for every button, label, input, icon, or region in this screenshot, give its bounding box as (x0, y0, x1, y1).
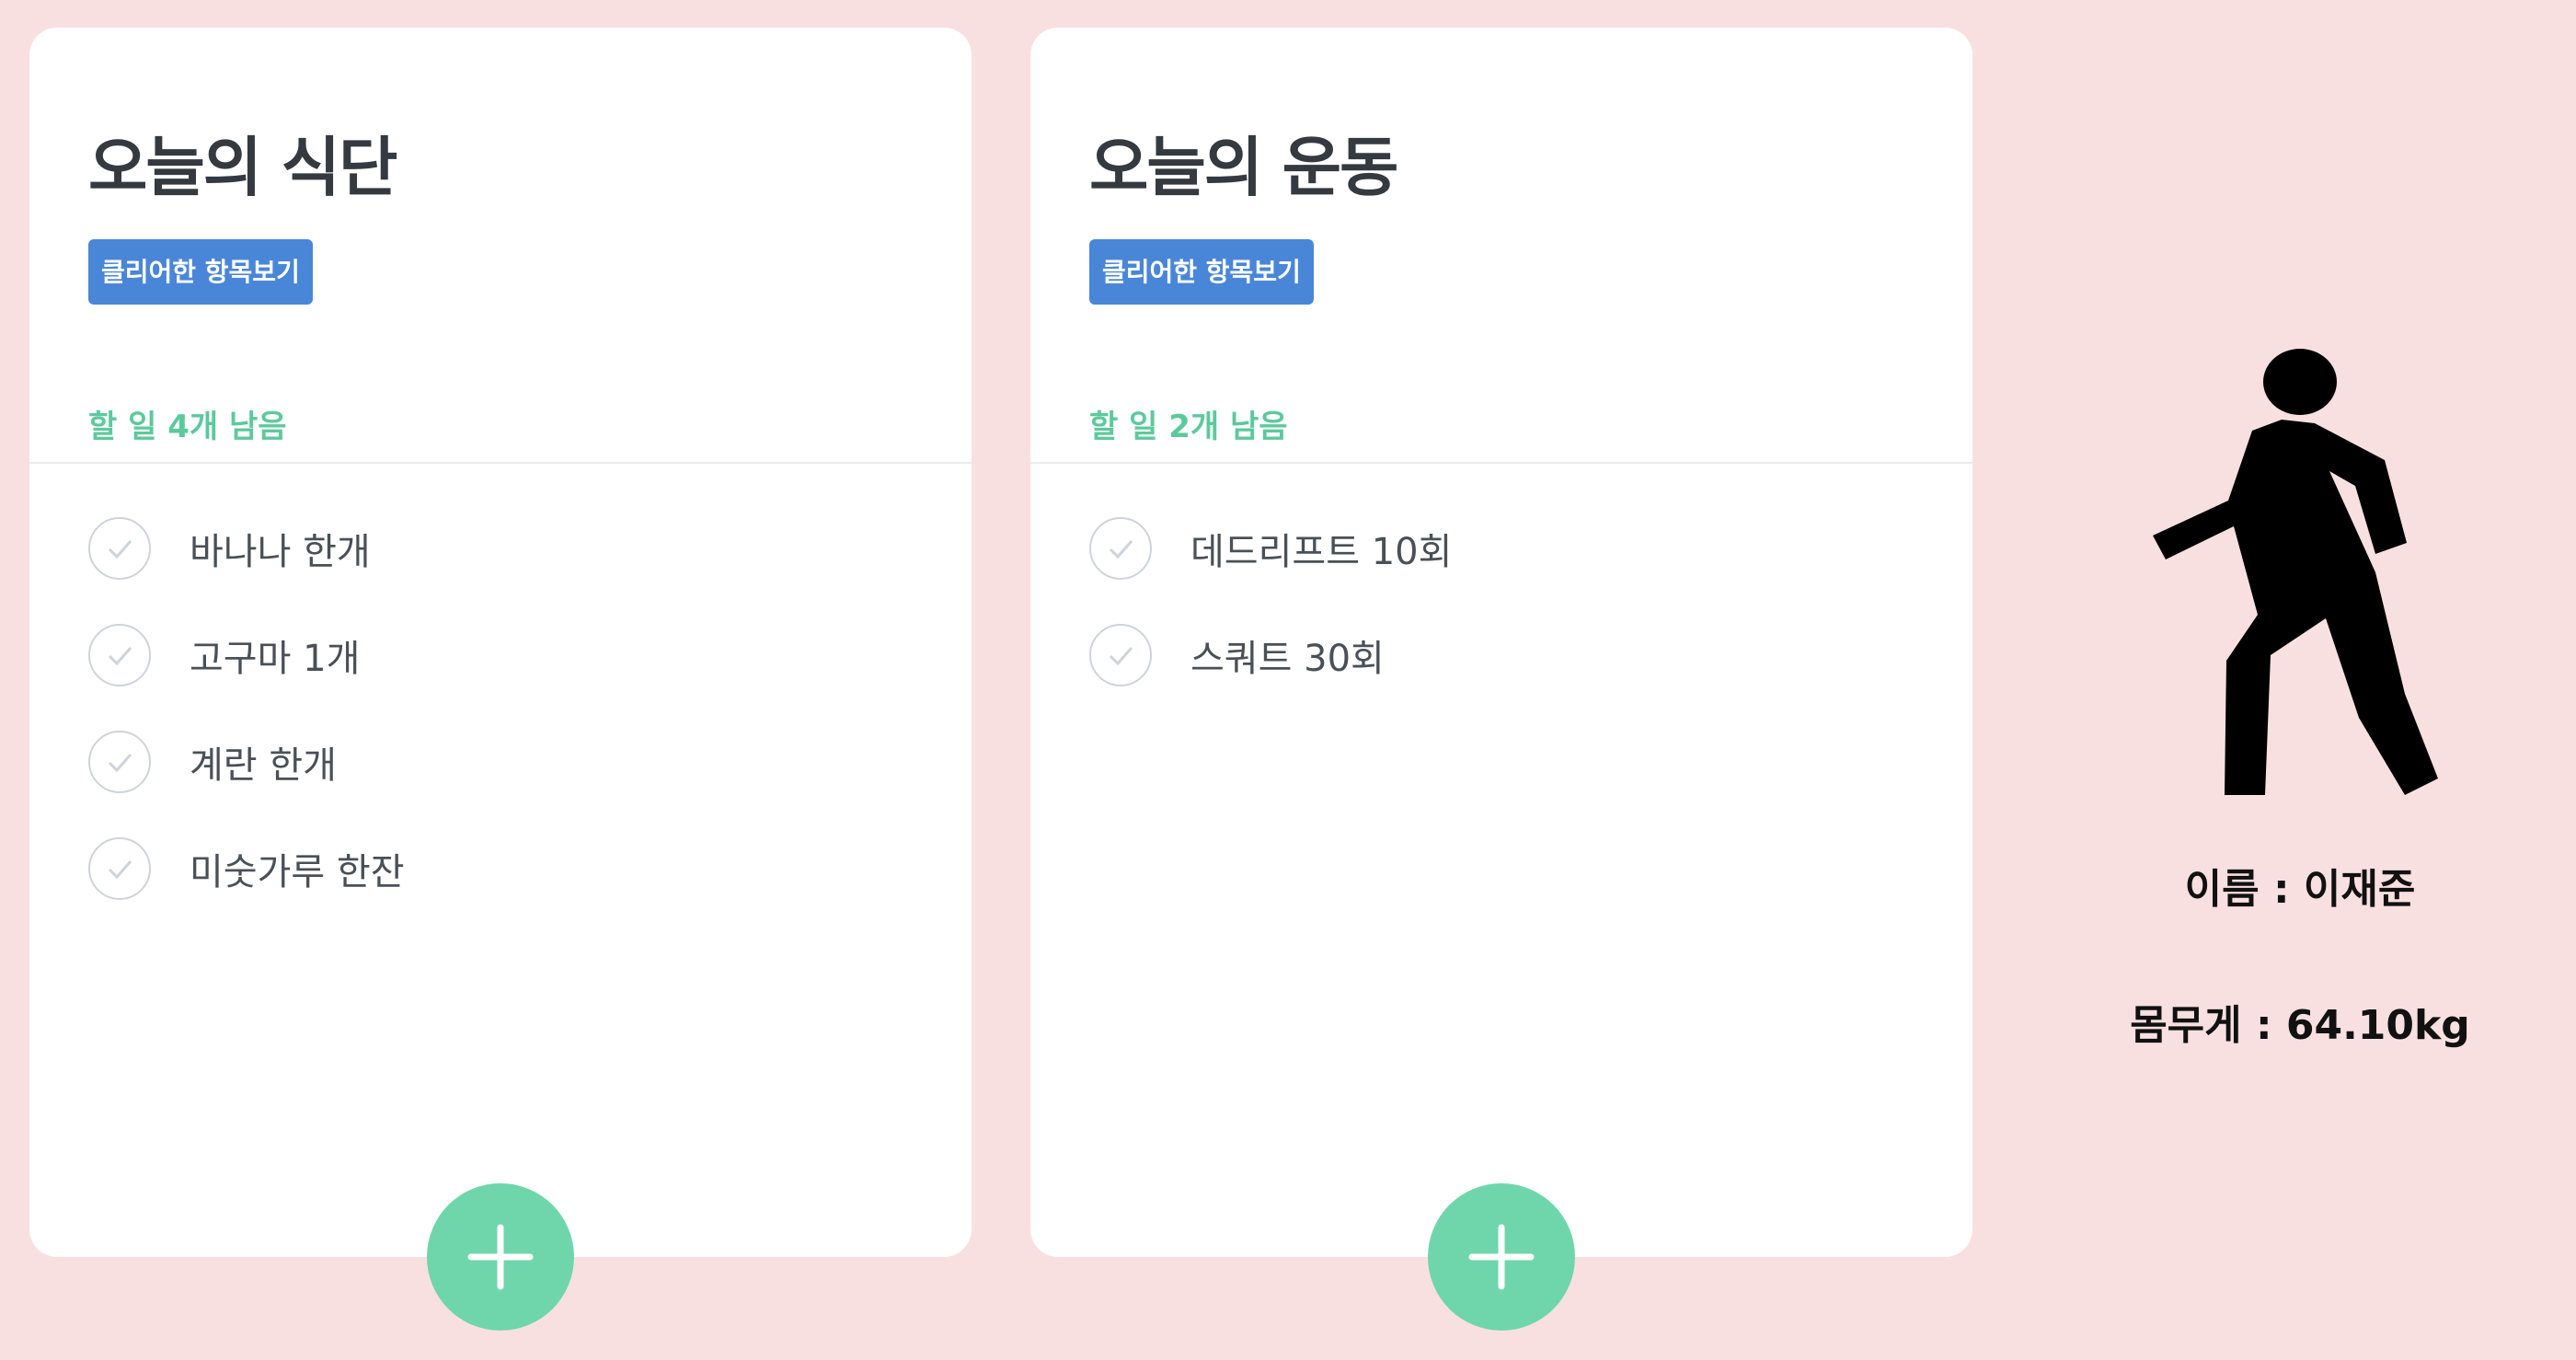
diet-todo-text: 바나나 한개 (190, 531, 371, 573)
diet-todo-item: 미숫가루 한잔 (29, 815, 972, 922)
diet-todo-text: 계란 한개 (190, 744, 337, 787)
diet-add-button[interactable] (427, 1183, 574, 1331)
walking-person-icon (2153, 349, 2438, 795)
diet-todo-text: 미숫가루 한잔 (190, 851, 405, 893)
diet-todo-item: 고구마 1개 (29, 602, 972, 709)
diet-show-cleared-button[interactable]: 클리어한 항목보기 (88, 239, 313, 305)
exercise-remaining-count: 할 일 2개 남음 (1089, 409, 1288, 445)
exercise-title: 오늘의 운동 (1089, 130, 1398, 205)
exercise-todo-item: 데드리프트 10회 (1030, 495, 1972, 602)
diet-todo-item: 계란 한개 (29, 709, 972, 815)
check-circle-icon[interactable] (1089, 624, 1152, 686)
diet-todo-item: 바나나 한개 (29, 495, 972, 602)
exercise-todo-text: 스쿼트 30회 (1190, 638, 1385, 680)
exercise-todo-text: 데드리프트 10회 (1190, 531, 1453, 573)
profile-panel: 이름 : 이재준 몸무게 : 64.10kg (2061, 331, 2539, 1049)
diet-remaining-count: 할 일 4개 남음 (88, 409, 287, 445)
exercise-todo-item: 스쿼트 30회 (1030, 602, 1972, 709)
check-circle-icon[interactable] (88, 624, 151, 686)
exercise-card: 오늘의 운동 클리어한 항목보기 할 일 2개 남음 데드리프트 10회 스쿼트… (1030, 28, 1972, 1257)
diet-title: 오늘의 식단 (88, 130, 397, 205)
check-circle-icon[interactable] (88, 837, 151, 900)
exercise-todo-list: 데드리프트 10회 스쿼트 30회 (1030, 464, 1972, 709)
exercise-card-header: 오늘의 운동 클리어한 항목보기 할 일 2개 남음 (1030, 28, 1972, 464)
profile-weight: 몸무게 : 64.10kg (2130, 1002, 2470, 1049)
diet-card: 오늘의 식단 클리어한 항목보기 할 일 4개 남음 바나나 한개 고구마 1개… (29, 28, 972, 1257)
plus-icon (467, 1224, 534, 1290)
check-circle-icon[interactable] (1089, 517, 1152, 580)
plus-icon (1468, 1224, 1535, 1290)
diet-todo-list: 바나나 한개 고구마 1개 계란 한개 미숫가루 한잔 (29, 464, 972, 922)
profile-name: 이름 : 이재준 (2184, 866, 2416, 913)
exercise-show-cleared-button[interactable]: 클리어한 항목보기 (1089, 239, 1314, 305)
diet-todo-text: 고구마 1개 (190, 638, 361, 680)
exercise-add-button[interactable] (1428, 1183, 1575, 1331)
check-circle-icon[interactable] (88, 517, 151, 580)
check-circle-icon[interactable] (88, 731, 151, 793)
diet-card-header: 오늘의 식단 클리어한 항목보기 할 일 4개 남음 (29, 28, 972, 464)
